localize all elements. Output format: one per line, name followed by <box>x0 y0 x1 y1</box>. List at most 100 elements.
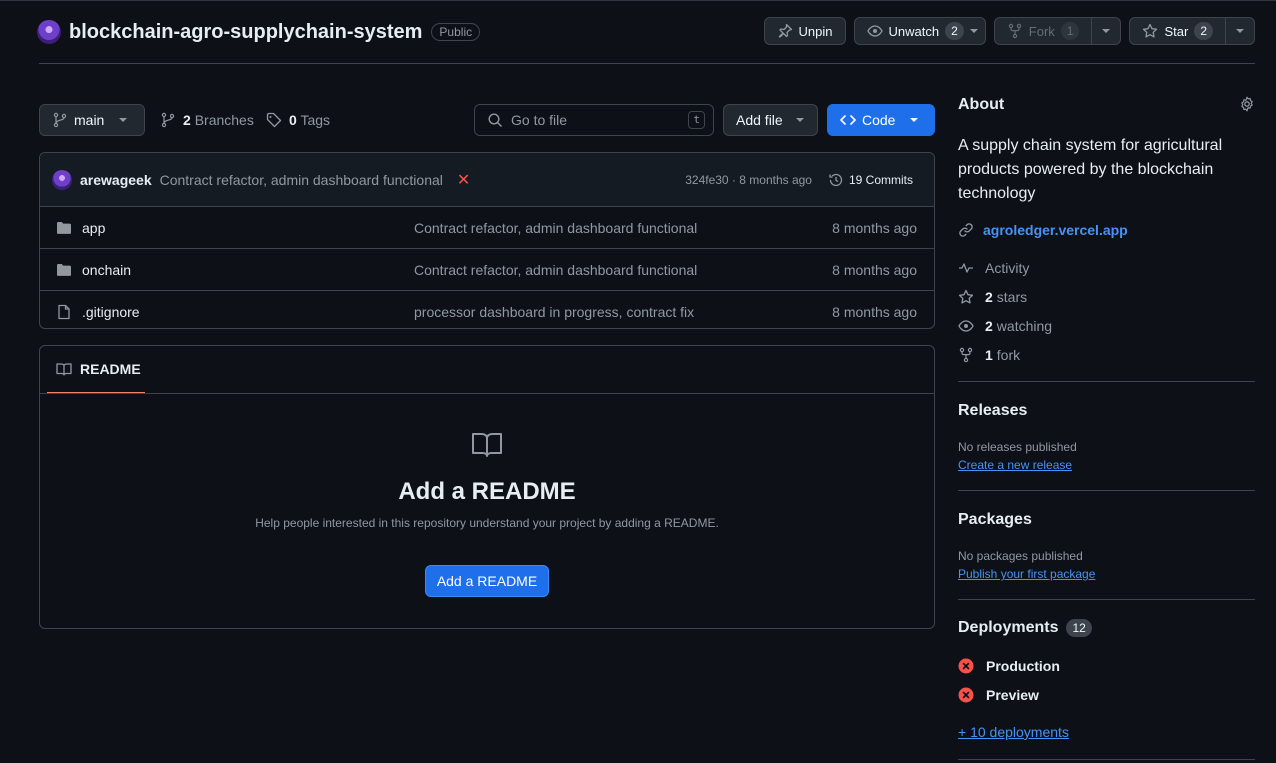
book-icon <box>471 428 503 460</box>
repo-header: blockchain-agro-supplychain-system Publi… <box>37 17 1255 47</box>
deployment-name: Preview <box>986 687 1039 703</box>
author-avatar[interactable] <box>52 169 72 190</box>
caret-down-icon <box>1235 26 1245 36</box>
file-commit-message[interactable]: Contract refactor, admin dashboard funct… <box>414 220 697 236</box>
tags-label: Tags <box>300 112 331 128</box>
deployment-item[interactable]: Production <box>958 658 1060 674</box>
fork-dropdown-button[interactable] <box>1092 17 1122 45</box>
watch-group: Unwatch 2 <box>853 17 986 45</box>
readme-empty-subtitle: Help people interested in this repositor… <box>255 516 719 530</box>
file-row[interactable]: onchain Contract refactor, admin dashboa… <box>40 249 934 291</box>
pulse-icon <box>958 260 974 276</box>
more-deployments-link[interactable]: + 10 deployments <box>958 724 1069 740</box>
tags-link[interactable]: 0 Tags <box>266 104 330 136</box>
fork-icon <box>958 347 974 363</box>
star-button[interactable]: Star 2 <box>1129 17 1226 45</box>
branches-label: Branches <box>194 112 254 128</box>
star-icon <box>958 289 974 305</box>
caret-down-icon <box>969 26 979 36</box>
file-table: arewageek Contract refactor, admin dashb… <box>39 152 935 329</box>
star-dropdown-button[interactable] <box>1226 17 1255 45</box>
watchers-link[interactable]: 2 watching <box>958 318 1052 334</box>
file-row[interactable]: app Contract refactor, admin dashboard f… <box>40 207 934 249</box>
pin-icon <box>777 23 793 39</box>
code-button[interactable]: Code <box>827 104 935 136</box>
file-name[interactable]: onchain <box>82 262 131 278</box>
commit-message[interactable]: Contract refactor, admin dashboard funct… <box>160 172 443 188</box>
fork-button[interactable]: Fork 1 <box>993 17 1093 45</box>
unwatch-label: Unwatch <box>888 23 940 39</box>
website-link[interactable]: agroledger.vercel.app <box>958 222 1128 238</box>
readme-tab[interactable]: README <box>47 346 145 394</box>
readme-empty-title: Add a README <box>398 478 576 505</box>
branch-select-button[interactable]: main <box>39 104 145 136</box>
forks-label: fork <box>996 347 1021 363</box>
file-name[interactable]: app <box>82 220 105 236</box>
file-toolbar: main 2 Branches 0 Tags Go to file t Add … <box>39 104 935 136</box>
fork-icon <box>1007 23 1023 39</box>
watch-dropdown-button[interactable] <box>968 17 986 45</box>
activity-link[interactable]: Activity <box>958 260 1029 276</box>
file-time: 8 months ago <box>832 219 917 236</box>
folder-icon <box>56 220 72 236</box>
packages-empty: No packages published <box>958 549 1083 563</box>
unwatch-button[interactable]: Unwatch 2 <box>853 17 977 45</box>
link-icon <box>958 222 974 238</box>
gear-icon[interactable] <box>1239 96 1255 112</box>
about-title: About <box>958 96 1005 113</box>
go-to-file-input[interactable]: Go to file t <box>474 104 714 136</box>
stars-link[interactable]: 2 stars <box>958 289 1027 305</box>
add-file-button[interactable]: Add file <box>723 104 818 136</box>
file-time: 8 months ago <box>832 261 917 278</box>
go-to-file-placeholder: Go to file <box>511 112 568 128</box>
tags-count: 0 <box>289 112 297 128</box>
branch-icon <box>160 112 176 128</box>
sidebar-divider <box>958 490 1255 491</box>
stars-label: stars <box>996 289 1028 305</box>
error-circle-icon <box>958 687 974 703</box>
deployment-item[interactable]: Preview <box>958 687 1039 703</box>
packages-title-text: Packages <box>958 511 1032 528</box>
file-icon <box>56 304 72 320</box>
search-icon <box>487 112 503 128</box>
caret-down-icon <box>795 115 805 125</box>
watching-count: 2 <box>985 318 993 334</box>
latest-commit-bar: arewageek Contract refactor, admin dashb… <box>40 153 934 207</box>
commits-link[interactable]: 19 Commits <box>828 172 913 188</box>
website-url: agroledger.vercel.app <box>983 222 1128 238</box>
file-row[interactable]: .gitignore processor dashboard in progre… <box>40 291 934 328</box>
header-divider <box>39 63 1255 64</box>
forks-link[interactable]: 1 fork <box>958 347 1020 363</box>
watch-counter: 2 <box>945 22 964 40</box>
file-time: 8 months ago <box>832 303 917 320</box>
file-commit-message[interactable]: Contract refactor, admin dashboard funct… <box>414 262 697 278</box>
caret-down-icon <box>1101 26 1111 36</box>
publish-package-link[interactable]: Publish your first package <box>958 567 1095 581</box>
deployments-counter: 12 <box>1066 619 1092 637</box>
create-release-link[interactable]: Create a new release <box>958 458 1072 472</box>
unpin-button[interactable]: Unpin <box>763 17 846 45</box>
add-readme-button[interactable]: Add a README <box>425 565 549 597</box>
commit-meta[interactable]: 324fe30 · 8 months ago <box>685 173 812 187</box>
deployments-title[interactable]: Deployments 12 <box>958 619 1092 637</box>
branch-name: main <box>74 112 105 128</box>
packages-title[interactable]: Packages <box>958 511 1032 529</box>
owner-avatar[interactable] <box>37 20 61 44</box>
fork-label: Fork <box>1028 23 1055 39</box>
file-name[interactable]: .gitignore <box>82 304 140 320</box>
sidebar-divider <box>958 759 1255 760</box>
add-file-label: Add file <box>736 112 783 128</box>
file-commit-message[interactable]: processor dashboard in progress, contrac… <box>414 304 694 320</box>
about-description: A supply chain system for agricultural p… <box>958 137 1223 202</box>
branches-count: 2 <box>183 112 191 128</box>
commit-author[interactable]: arewageek <box>80 172 152 188</box>
releases-title[interactable]: Releases <box>958 402 1027 420</box>
status-failed-icon[interactable]: ✕ <box>457 170 470 190</box>
code-label: Code <box>862 112 896 128</box>
readme-tab-label: README <box>80 361 141 377</box>
eye-icon <box>866 23 883 39</box>
branches-link[interactable]: 2 Branches <box>160 104 254 136</box>
activity-label: Activity <box>985 260 1030 276</box>
tag-icon <box>266 112 282 128</box>
repo-name[interactable]: blockchain-agro-supplychain-system <box>69 21 422 44</box>
